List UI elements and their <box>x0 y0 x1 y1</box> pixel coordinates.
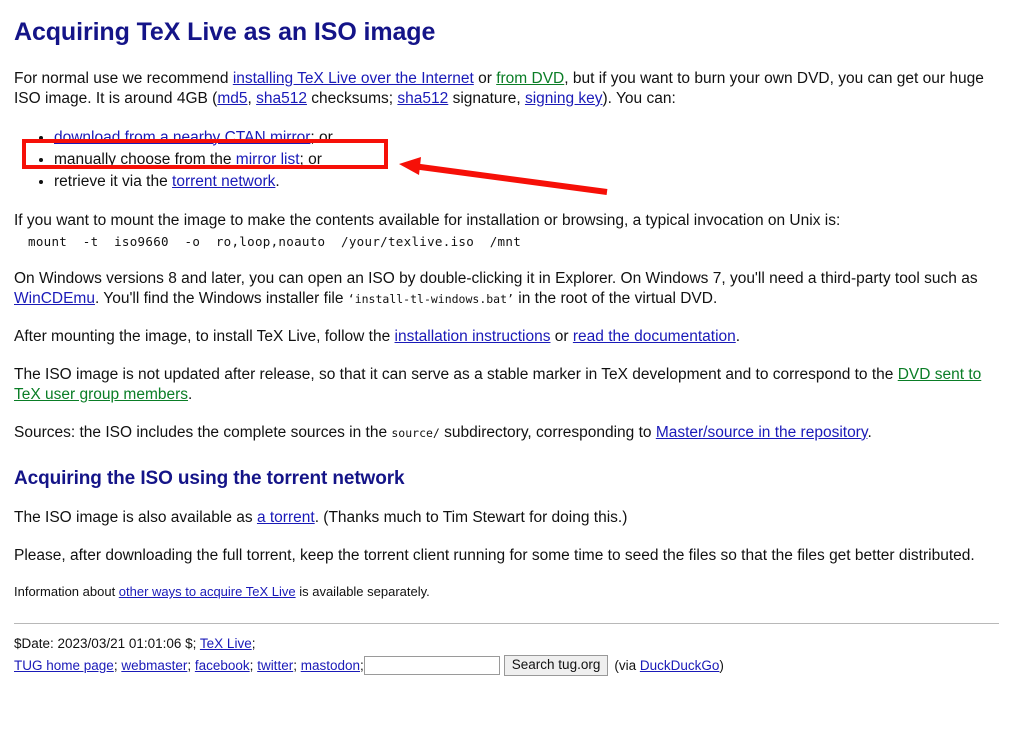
link-installing-over-internet[interactable]: installing TeX Live over the Internet <box>233 70 474 87</box>
intro-text-1: For normal use we recommend <box>14 70 233 87</box>
after-mount-paragraph: After mounting the image, to install TeX… <box>14 327 999 347</box>
installer-filename-code: ‘install-tl-windows.bat’ <box>347 292 514 307</box>
via-prefix: (via <box>614 658 640 674</box>
torrent-paragraph-2: Please, after downloading the full torre… <box>14 547 975 565</box>
intro-text-7: ). You can: <box>602 89 676 107</box>
list-item: download from a nearby CTAN mirror; or <box>54 127 999 149</box>
sources-text-3: . <box>867 423 872 441</box>
list-item-prefix: retrieve it via the <box>54 172 173 190</box>
intro-text-4: , <box>247 89 257 107</box>
link-wincdemu[interactable]: WinCDEmu <box>14 290 95 307</box>
link-read-documentation[interactable]: read the documentation <box>573 328 736 345</box>
link-other-ways-acquire[interactable]: other ways to acquire TeX Live <box>119 584 296 599</box>
link-webmaster[interactable]: webmaster <box>121 658 187 673</box>
intro-text-5: checksums; <box>306 89 398 107</box>
after-mount-text-2: or <box>550 328 573 346</box>
footer-date-line: $Date: 2023/03/21 01:01:06 $; TeX Live; <box>14 634 999 654</box>
sources-text-1: Sources: the ISO includes the complete s… <box>14 423 392 441</box>
footer-sep-1: ; <box>187 658 195 674</box>
list-item-prefix: manually choose from the <box>54 150 236 168</box>
acquire-options-list: download from a nearby CTAN mirror; or m… <box>14 127 999 193</box>
link-torrent-network[interactable]: torrent network <box>172 173 275 190</box>
torrent-text-2: . (Thanks much to Tim Stewart for doing … <box>314 509 628 527</box>
windows-text-3: in the root of the virtual DVD. <box>513 290 718 308</box>
not-updated-paragraph: The ISO image is not updated after relea… <box>14 365 999 405</box>
intro-paragraph: For normal use we recommend installing T… <box>14 69 999 109</box>
sources-text-2: subdirectory, corresponding to <box>439 423 656 441</box>
windows-text-2: . You'll find the Windows installer file <box>94 290 348 308</box>
footer-links-and-search: TUG home page; webmaster; facebook; twit… <box>14 654 999 677</box>
list-item: retrieve it via the torrent network. <box>54 171 999 193</box>
link-twitter[interactable]: twitter <box>257 658 293 673</box>
list-item: manually choose from the mirror list; or <box>54 149 999 171</box>
footer-date-text: $Date: 2023/03/21 01:01:06 $; <box>14 635 200 651</box>
after-mount-text-1: After mounting the image, to install TeX… <box>14 328 395 346</box>
footer-links: TUG home page; webmaster; facebook; twit… <box>14 658 364 673</box>
mount-intro-paragraph: If you want to mount the image to make t… <box>14 211 841 229</box>
search-via-note: (via DuckDuckGo) <box>614 658 724 673</box>
link-from-dvd[interactable]: from DVD <box>496 70 564 87</box>
link-tug-home-page[interactable]: TUG home page <box>14 658 114 673</box>
section-title-torrent: Acquiring the ISO using the torrent netw… <box>14 468 405 490</box>
list-item-tail: . <box>275 172 280 190</box>
link-mirror-list[interactable]: mirror list <box>236 151 300 168</box>
intro-text-6: signature, <box>448 89 525 107</box>
windows-text-1: On Windows versions 8 and later, you can… <box>14 270 978 288</box>
intro-text-2: or <box>473 70 497 87</box>
torrent-paragraph-1: The ISO image is also available as a tor… <box>14 508 999 528</box>
link-mastodon[interactable]: mastodon <box>301 658 360 673</box>
page-content: Acquiring TeX Live as an ISO image For n… <box>0 18 1013 677</box>
link-installation-instructions[interactable]: installation instructions <box>395 328 551 345</box>
not-updated-text-1: The ISO image is not updated after relea… <box>14 365 898 383</box>
mount-command-code: mount -t iso9660 -o ro,loop,noauto /your… <box>28 234 522 250</box>
footer-date-suffix: ; <box>251 635 256 651</box>
link-a-torrent[interactable]: a torrent <box>257 509 315 526</box>
other-ways-text-1: Information about <box>14 584 119 600</box>
footer-divider <box>14 622 999 624</box>
link-facebook[interactable]: facebook <box>195 658 250 673</box>
after-mount-text-3: . <box>735 328 741 346</box>
not-updated-text-2: . <box>188 385 193 403</box>
search-input[interactable] <box>363 656 500 676</box>
page-title: Acquiring TeX Live as an ISO image <box>14 18 436 46</box>
search-button[interactable]: Search tug.org <box>503 654 609 677</box>
list-item-tail: ; or <box>310 128 333 146</box>
link-tex-live[interactable]: TeX Live <box>200 636 252 651</box>
link-sha512-signature[interactable]: sha512 <box>397 90 448 107</box>
via-suffix: ) <box>719 658 724 674</box>
other-ways-paragraph: Information about other ways to acquire … <box>14 584 999 601</box>
link-duckduckgo[interactable]: DuckDuckGo <box>640 658 720 673</box>
link-download-ctan-mirror[interactable]: download from a nearby CTAN mirror <box>54 129 310 146</box>
link-sha512-checksum[interactable]: sha512 <box>256 90 307 107</box>
windows-paragraph: On Windows versions 8 and later, you can… <box>14 269 999 309</box>
link-signing-key[interactable]: signing key <box>525 90 603 107</box>
torrent-text-1: The ISO image is also available as <box>14 509 257 527</box>
other-ways-text-2: is available separately. <box>295 584 430 600</box>
list-item-tail: ; or <box>299 150 322 168</box>
link-md5[interactable]: md5 <box>217 90 247 107</box>
footer-sep-3: ; <box>293 658 301 674</box>
link-master-source-repository[interactable]: Master/source in the repository <box>656 424 868 441</box>
source-dir-code: source/ <box>391 425 440 440</box>
sources-paragraph: Sources: the ISO includes the complete s… <box>14 423 999 443</box>
